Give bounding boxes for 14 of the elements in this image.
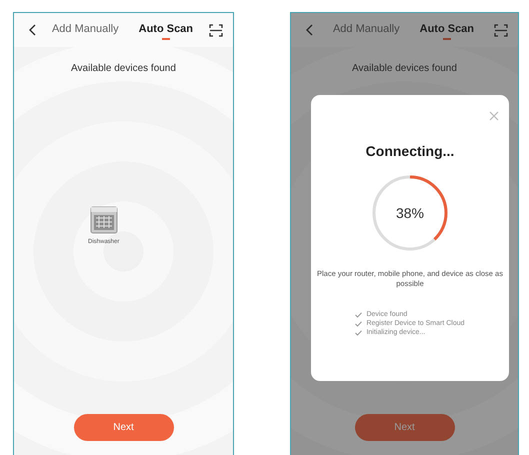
tab[interactable]: Add Manually <box>52 20 119 40</box>
back-icon[interactable] <box>305 24 313 36</box>
tab[interactable]: Add Manually <box>332 20 400 40</box>
scan-icon[interactable] <box>494 24 508 36</box>
dishwasher-icon[interactable] <box>90 206 118 234</box>
back-icon[interactable] <box>28 24 36 36</box>
progress-percent: 38% <box>396 205 424 221</box>
scan-icon[interactable] <box>209 24 223 36</box>
heading: Available devices found <box>352 63 457 74</box>
dialog-title: Connecting... <box>366 143 454 159</box>
tab[interactable]: Auto Scan <box>138 20 194 40</box>
heading: Available devices found <box>71 63 176 74</box>
next-button[interactable]: Next <box>74 414 174 441</box>
tab[interactable]: Auto Scan <box>420 20 474 40</box>
